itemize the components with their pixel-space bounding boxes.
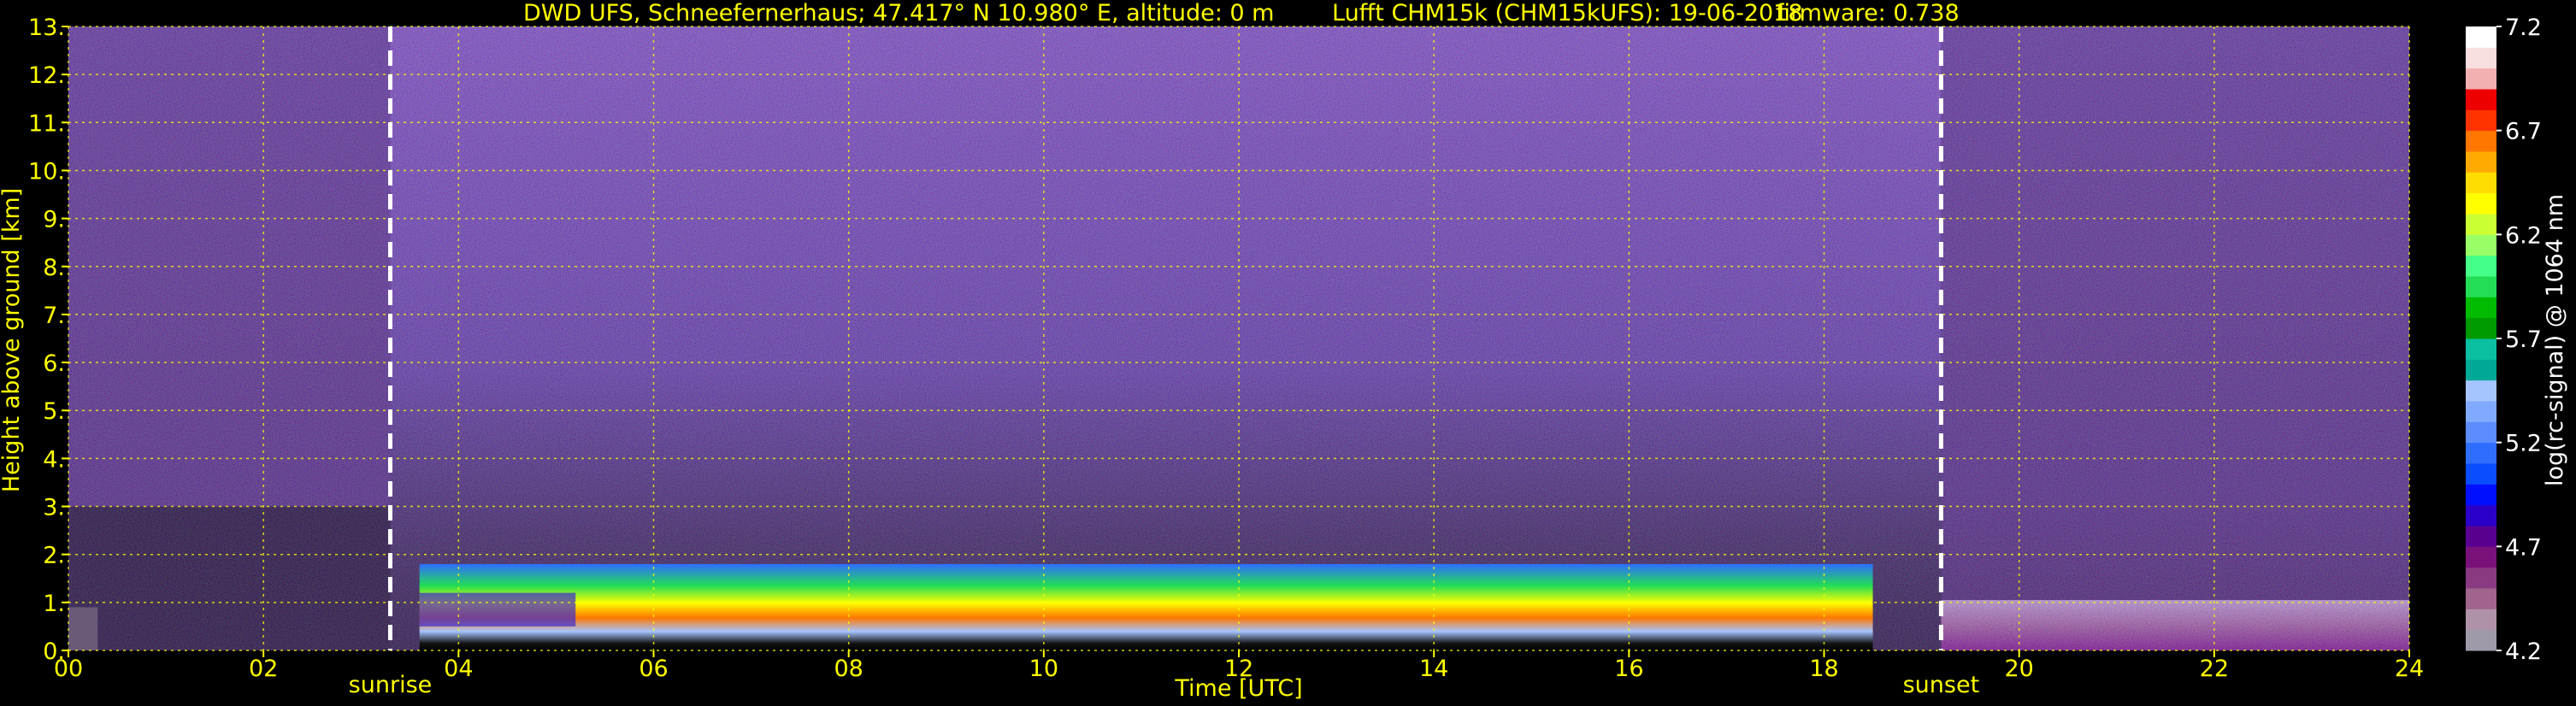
colorbar-swatch: [2466, 68, 2496, 90]
colorbar-swatch: [2466, 484, 2496, 506]
y-tick-label: 1.: [43, 591, 65, 617]
colorbar: [2466, 26, 2496, 651]
y-axis-label: Height above ground [km]: [0, 188, 25, 492]
colorbar-swatch: [2466, 317, 2496, 339]
signal-noise-texture: [68, 26, 2409, 650]
x-tick-label: 10: [1029, 656, 1058, 682]
x-tick-label: 06: [639, 656, 668, 682]
colorbar-tick-label: 7.2: [2505, 15, 2542, 41]
colorbar-tick-label: 6.7: [2505, 119, 2542, 145]
y-tick-label: 6.: [43, 350, 65, 377]
colorbar-swatch: [2466, 109, 2496, 132]
y-tick-label: 3.: [43, 495, 65, 521]
y-tick-label: 5.: [43, 398, 65, 425]
y-tick-label: 10.: [28, 158, 65, 185]
colorbar-swatch: [2466, 172, 2496, 194]
y-tick-label: 11.: [28, 110, 65, 137]
colorbar-swatch: [2466, 26, 2496, 48]
event-label-sunset: sunset: [1903, 672, 1980, 698]
colorbar-swatch: [2466, 214, 2496, 235]
x-tick-label: 16: [1614, 656, 1643, 682]
y-tick-label: 9.: [43, 207, 65, 233]
x-tick-label: 08: [834, 656, 863, 682]
dawn-aerosol-layer: [419, 592, 576, 627]
colorbar-swatch: [2466, 255, 2496, 277]
colorbar-swatch: [2466, 609, 2496, 631]
x-tick-label: 14: [1419, 656, 1448, 682]
title-station: DWD UFS, Schneefernerhaus; 47.417° N 10.…: [523, 0, 1274, 26]
colorbar-swatch: [2466, 421, 2496, 444]
colorbar-tick-label: 6.2: [2505, 222, 2542, 249]
x-tick-label: 04: [444, 656, 473, 682]
colorbar-swatch: [2466, 234, 2496, 256]
x-tick-label: 02: [249, 656, 278, 682]
event-label-sunrise: sunrise: [349, 672, 433, 698]
y-tick-label: 8.: [43, 255, 65, 281]
y-tick-label: 13.: [28, 15, 65, 41]
colorbar-tick-label: 5.7: [2505, 327, 2542, 353]
x-tick-label: 18: [1809, 656, 1838, 682]
colorbar-swatch: [2466, 130, 2496, 152]
ceilometer-chart: sunrise sunset 0.1.2.3.4.5.6.7.8.9.10.11.…: [0, 0, 2568, 702]
colorbar-tick-label: 4.7: [2505, 534, 2542, 561]
colorbar-swatch: [2466, 89, 2496, 110]
y-tick-label: 2.: [43, 543, 65, 569]
x-tick-label: 24: [2395, 656, 2424, 682]
colorbar-swatch: [2466, 504, 2496, 527]
x-tick-label: 20: [2004, 656, 2033, 682]
colorbar-tick-label: 4.2: [2505, 638, 2542, 665]
colorbar-swatch: [2466, 379, 2496, 402]
y-axis-ticks: 0.1.2.3.4.5.6.7.8.9.10.11.12.13.: [28, 15, 68, 665]
colorbar-swatch: [2466, 526, 2496, 547]
colorbar-swatch: [2466, 546, 2496, 568]
colorbar-swatch: [2466, 401, 2496, 422]
title-firmware: firmware: 0.738: [1776, 0, 1960, 26]
colorbar-tick-label: 5.2: [2505, 431, 2542, 457]
colorbar-swatch: [2466, 588, 2496, 609]
boundary-layer-aerosol: [419, 563, 1873, 650]
colorbar-swatch: [2466, 442, 2496, 464]
colorbar-swatch: [2466, 463, 2496, 485]
y-tick-label: 12.: [28, 62, 65, 89]
colorbar-swatch: [2466, 567, 2496, 589]
colorbar-label: log(rc-signal) @ 1064 nm: [2542, 194, 2568, 486]
colorbar-swatch: [2466, 47, 2496, 69]
morning-near-ground-signal: [68, 607, 98, 650]
colorbar-swatch: [2466, 276, 2496, 297]
title-instrument: Lufft CHM15k (CHM15kUFS): 19-06-2018: [1332, 0, 1803, 26]
colorbar-swatch: [2466, 151, 2496, 173]
colorbar-swatch: [2466, 629, 2496, 651]
colorbar-swatch: [2466, 338, 2496, 360]
y-tick-label: 7.: [43, 303, 65, 329]
colorbar-swatch: [2466, 192, 2496, 215]
x-tick-label: 00: [54, 656, 83, 682]
x-axis-label: Time [UTC]: [1174, 675, 1302, 702]
colorbar-swatch: [2466, 359, 2496, 381]
plot-area: [68, 26, 2409, 650]
colorbar-swatch: [2466, 297, 2496, 319]
x-tick-label: 22: [2200, 656, 2229, 682]
y-tick-label: 4.: [43, 446, 65, 473]
colorbar-ticks: 7.2 6.7 6.2 5.7 5.2 4.7 4.2: [2496, 15, 2542, 665]
